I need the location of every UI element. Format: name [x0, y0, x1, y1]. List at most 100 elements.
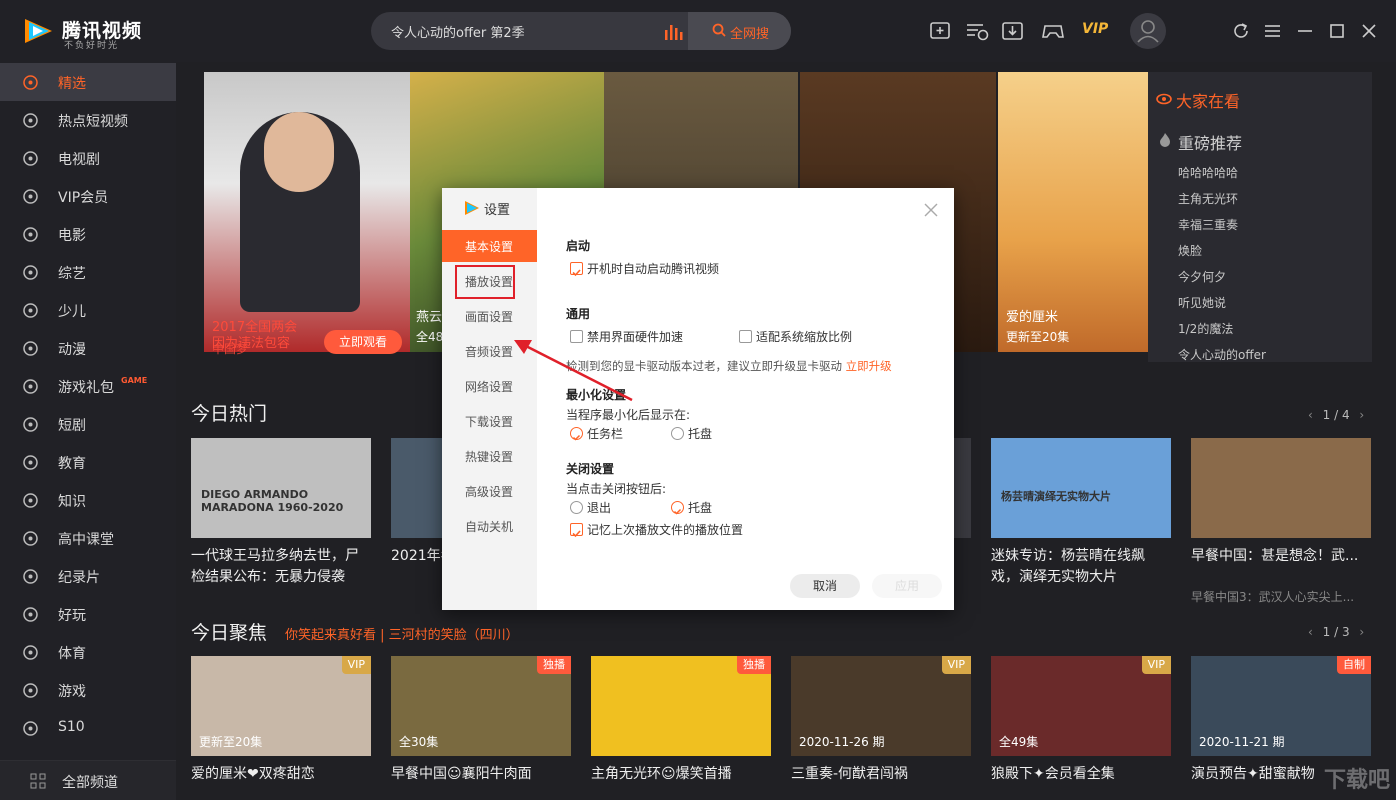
minimize-taskbar-radio[interactable]: [570, 427, 583, 441]
vip-button[interactable]: VIP: [1082, 21, 1108, 37]
upgrade-link[interactable]: 立即升级: [846, 359, 892, 373]
focus-section-subtitle[interactable]: 你笑起来真好看 | 三河村的笑脸（四川）: [285, 624, 519, 643]
search-input[interactable]: 令人心动的offer 第2季: [391, 22, 525, 41]
sidebar-item[interactable]: 精选: [0, 63, 176, 101]
card-title[interactable]: 迷妹专访：杨芸晴在线飙戏，演绎无实物大片: [991, 546, 1171, 588]
sidebar-item[interactable]: 高中课堂: [0, 519, 176, 557]
card-thumbnail[interactable]: 自制 2020-11-21 期: [1191, 656, 1371, 756]
sidebar-item[interactable]: 少儿: [0, 291, 176, 329]
trending-item[interactable]: 今夕何夕: [1178, 268, 1226, 285]
trending-item[interactable]: 幸福三重奏: [1178, 216, 1238, 233]
fit-scale-checkbox[interactable]: [739, 330, 752, 343]
card-title[interactable]: 爱的厘米❤双疼甜恋: [191, 764, 371, 785]
add-icon[interactable]: [928, 18, 954, 44]
next-page-icon[interactable]: ›: [1359, 625, 1364, 639]
flame-icon: [1160, 133, 1170, 147]
sidebar-item[interactable]: 短剧: [0, 405, 176, 443]
apply-button[interactable]: 应用: [872, 574, 942, 598]
sidebar-item[interactable]: 教育: [0, 443, 176, 481]
card-title[interactable]: 狼殿下✦会员看全集: [991, 764, 1171, 785]
check-icon: [673, 508, 682, 515]
settings-nav-label: 热键设置: [465, 450, 514, 464]
refresh-icon[interactable]: [1228, 18, 1254, 44]
top-bar: 腾讯视频 不负好时光 令人心动的offer 第2季 全网搜 VIP: [0, 0, 1396, 62]
download-icon[interactable]: [1000, 18, 1026, 44]
trending-item[interactable]: 听见她说: [1178, 294, 1226, 311]
prev-page-icon[interactable]: ‹: [1308, 625, 1313, 639]
card-title[interactable]: 早餐中国☺襄阳牛肉面: [391, 764, 571, 785]
dialog-close-icon[interactable]: [923, 202, 939, 218]
sidebar-item[interactable]: 热点短视频: [0, 101, 176, 139]
sidebar-item[interactable]: 游戏礼包 GAME: [0, 367, 176, 405]
sidebar-item[interactable]: 电视剧: [0, 139, 176, 177]
sidebar-item[interactable]: 知识: [0, 481, 176, 519]
card-thumbnail[interactable]: VIP 全49集: [991, 656, 1171, 756]
card-episode: 2020-11-21 期: [1199, 735, 1285, 749]
sidebar-item[interactable]: 游戏: [0, 671, 176, 709]
settings-nav-item[interactable]: 热键设置: [442, 440, 537, 472]
next-page-icon[interactable]: ›: [1359, 408, 1364, 422]
game-icon[interactable]: [1040, 18, 1066, 44]
card-thumbnail[interactable]: VIP 更新至20集: [191, 656, 371, 756]
card-title[interactable]: 一代球王马拉多纳去世，尸检结果公布：无暴力侵袭: [191, 546, 371, 588]
card-thumbnail[interactable]: 独播 全30集: [391, 656, 571, 756]
history-icon[interactable]: [964, 18, 990, 44]
remember-position-checkbox[interactable]: [570, 523, 583, 538]
settings-nav-item[interactable]: 下载设置: [442, 405, 537, 437]
banner-slide[interactable]: 2017全国两会 因为违法包容 中国梦 立即观看: [204, 72, 410, 356]
sidebar-item[interactable]: 综艺: [0, 253, 176, 291]
recommend-title[interactable]: 重磅推荐: [1178, 130, 1242, 154]
hot-chart-icon[interactable]: [663, 22, 683, 40]
sidebar-item[interactable]: VIP会员: [0, 177, 176, 215]
settings-nav-item[interactable]: 高级设置: [442, 475, 537, 507]
cancel-button[interactable]: 取消: [790, 574, 860, 598]
highlight-box: [455, 265, 515, 299]
tencent-video-logo-icon: [25, 19, 52, 43]
sidebar-item[interactable]: 电影: [0, 215, 176, 253]
card-title[interactable]: 三重奏-何猷君闯祸: [791, 764, 971, 785]
minimize-tray-radio[interactable]: [671, 427, 684, 440]
trending-item[interactable]: 令人心动的offer: [1178, 346, 1266, 363]
app-logo[interactable]: 腾讯视频 不负好时光: [22, 14, 172, 51]
avatar[interactable]: [1130, 13, 1166, 49]
prev-page-icon[interactable]: ‹: [1308, 408, 1313, 422]
card-thumbnail[interactable]: 独播: [591, 656, 771, 756]
settings-nav-item[interactable]: 网络设置: [442, 370, 537, 402]
banner-slide[interactable]: 爱的厘米 更新至20集: [998, 72, 1148, 352]
trending-item[interactable]: 1/2的魔法: [1178, 320, 1233, 337]
trending-item[interactable]: 焕脸: [1178, 242, 1202, 259]
search-all-button[interactable]: 全网搜: [688, 12, 791, 50]
sidebar-item[interactable]: 好玩: [0, 595, 176, 633]
settings-nav-item[interactable]: 自动关机: [442, 510, 537, 542]
all-channels-button[interactable]: 全部频道: [0, 760, 176, 800]
settings-nav-item[interactable]: 基本设置: [442, 230, 537, 262]
sidebar-item[interactable]: S10: [0, 709, 176, 747]
settings-nav-item[interactable]: 音频设置: [442, 335, 537, 367]
trending-item[interactable]: 哈哈哈哈哈: [1178, 164, 1238, 181]
watch-now-button[interactable]: 立即观看: [324, 330, 402, 354]
focus-section-title: 今日聚焦: [191, 622, 268, 644]
menu-icon[interactable]: [1260, 18, 1286, 44]
card-thumbnail[interactable]: [1191, 438, 1371, 538]
card-title[interactable]: 主角无光环☺爆笑首播: [591, 764, 771, 785]
maximize-icon[interactable]: [1324, 18, 1350, 44]
trending-item[interactable]: 主角无光环: [1178, 190, 1238, 207]
close-tray-radio[interactable]: [671, 501, 684, 515]
close-exit-radio[interactable]: [570, 501, 583, 514]
play-square-icon: [23, 417, 38, 432]
card-thumbnail[interactable]: VIP 2020-11-26 期: [791, 656, 971, 756]
sidebar-item-label: 纪录片: [58, 570, 100, 586]
trending-title[interactable]: 大家在看: [1176, 88, 1240, 112]
disable-hw-label: 禁用界面硬件加速: [587, 330, 684, 344]
minimize-icon[interactable]: [1292, 18, 1318, 44]
card-title[interactable]: 早餐中国：甚是想念！武...: [1191, 546, 1371, 567]
sidebar-item[interactable]: 动漫: [0, 329, 176, 367]
close-icon[interactable]: [1356, 18, 1382, 44]
settings-nav-item[interactable]: 画面设置: [442, 300, 537, 332]
autostart-checkbox[interactable]: [570, 262, 583, 277]
disable-hw-checkbox[interactable]: [570, 330, 583, 343]
search-bar[interactable]: 令人心动的offer 第2季 全网搜: [371, 12, 791, 50]
card-subtitle: 早餐中国3：武汉人心实尖上...: [1191, 590, 1355, 604]
sidebar-item[interactable]: 体育: [0, 633, 176, 671]
sidebar-item[interactable]: 纪录片: [0, 557, 176, 595]
